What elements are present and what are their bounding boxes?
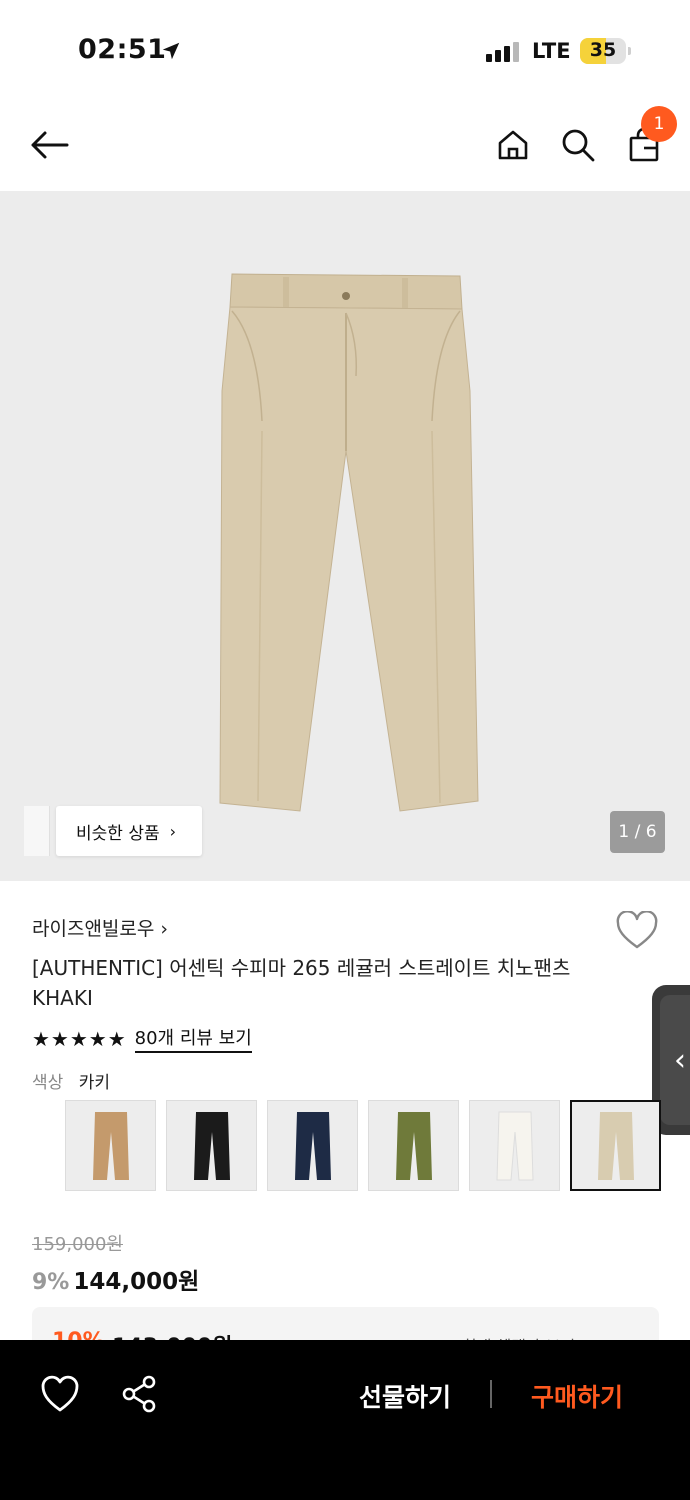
rating-row: ★★★★★ 80개 리뷰 보기 (32, 1024, 252, 1053)
sale-price: 144,000원 (73, 1269, 200, 1295)
divider (490, 1380, 492, 1408)
star-rating-icon: ★★★★★ (32, 1026, 127, 1051)
chevron-right-icon: › (169, 821, 177, 841)
like-heart-icon[interactable] (38, 1372, 82, 1416)
price-row: 9% 144,000원 (32, 1262, 199, 1296)
buy-button[interactable]: 구매하기 (512, 1374, 642, 1418)
home-icon (498, 130, 528, 160)
swatch-black[interactable] (166, 1100, 257, 1191)
reviews-link[interactable]: 80개 리뷰 보기 (134, 1024, 252, 1053)
pants-thumbnail-icon (395, 1111, 432, 1180)
wishlist-heart-icon[interactable] (615, 911, 659, 951)
network-type: LTE (532, 39, 571, 63)
swatch-tan[interactable] (65, 1100, 156, 1191)
chevron-left-icon: ‹ (674, 1042, 686, 1078)
pants-thumbnail-icon (193, 1111, 230, 1180)
search-icon (562, 129, 595, 162)
product-image (219, 273, 479, 812)
product-image-gallery[interactable]: 비슷한 상품 › 1 / 6 (0, 191, 690, 881)
color-label: 색상 (32, 1073, 64, 1093)
back-button[interactable] (28, 124, 70, 166)
discount-rate: 9% (32, 1270, 70, 1295)
image-page-indicator: 1 / 6 (610, 811, 665, 853)
color-option-row: 색상 카키 (32, 1068, 110, 1093)
original-price: 159,000원 (32, 1234, 123, 1255)
pants-thumbnail-icon (495, 1111, 534, 1180)
top-navigation (0, 100, 690, 190)
battery-icon: 35 (580, 38, 631, 64)
home-button[interactable] (492, 124, 534, 166)
battery-level: 35 (589, 39, 617, 61)
swatch-khaki[interactable] (570, 1100, 661, 1191)
similar-products-label: 비슷한 상품 (76, 823, 160, 844)
location-arrow-icon (162, 42, 180, 60)
status-bar: 02:51 LTE 35 (0, 0, 690, 100)
swatch-ivory[interactable] (469, 1100, 560, 1191)
pants-thumbnail-icon (597, 1111, 634, 1180)
status-time: 02:51 (78, 34, 167, 65)
pants-thumbnail-icon (92, 1111, 129, 1180)
color-value: 카키 (78, 1073, 110, 1093)
swatch-olive[interactable] (368, 1100, 459, 1191)
bottom-action-bar: 선물하기 구매하기 (0, 1340, 690, 1500)
color-swatches (65, 1100, 661, 1191)
similar-products-button[interactable]: 비슷한 상품 › (56, 806, 202, 856)
pants-thumbnail-icon (294, 1111, 331, 1180)
swatch-navy[interactable] (267, 1100, 358, 1191)
product-title: [AUTHENTIC] 어센틱 수피마 265 레귤러 스트레이트 치노팬츠 K… (32, 956, 571, 1010)
search-button[interactable] (557, 124, 599, 166)
share-icon[interactable] (118, 1372, 162, 1416)
cart-count-badge: 1 (641, 106, 677, 142)
back-arrow-icon (31, 131, 69, 159)
brand-link[interactable]: 라이즈앤빌로우 › (32, 914, 168, 941)
gift-button[interactable]: 선물하기 (340, 1374, 470, 1418)
cellular-signal-icon (486, 40, 520, 62)
